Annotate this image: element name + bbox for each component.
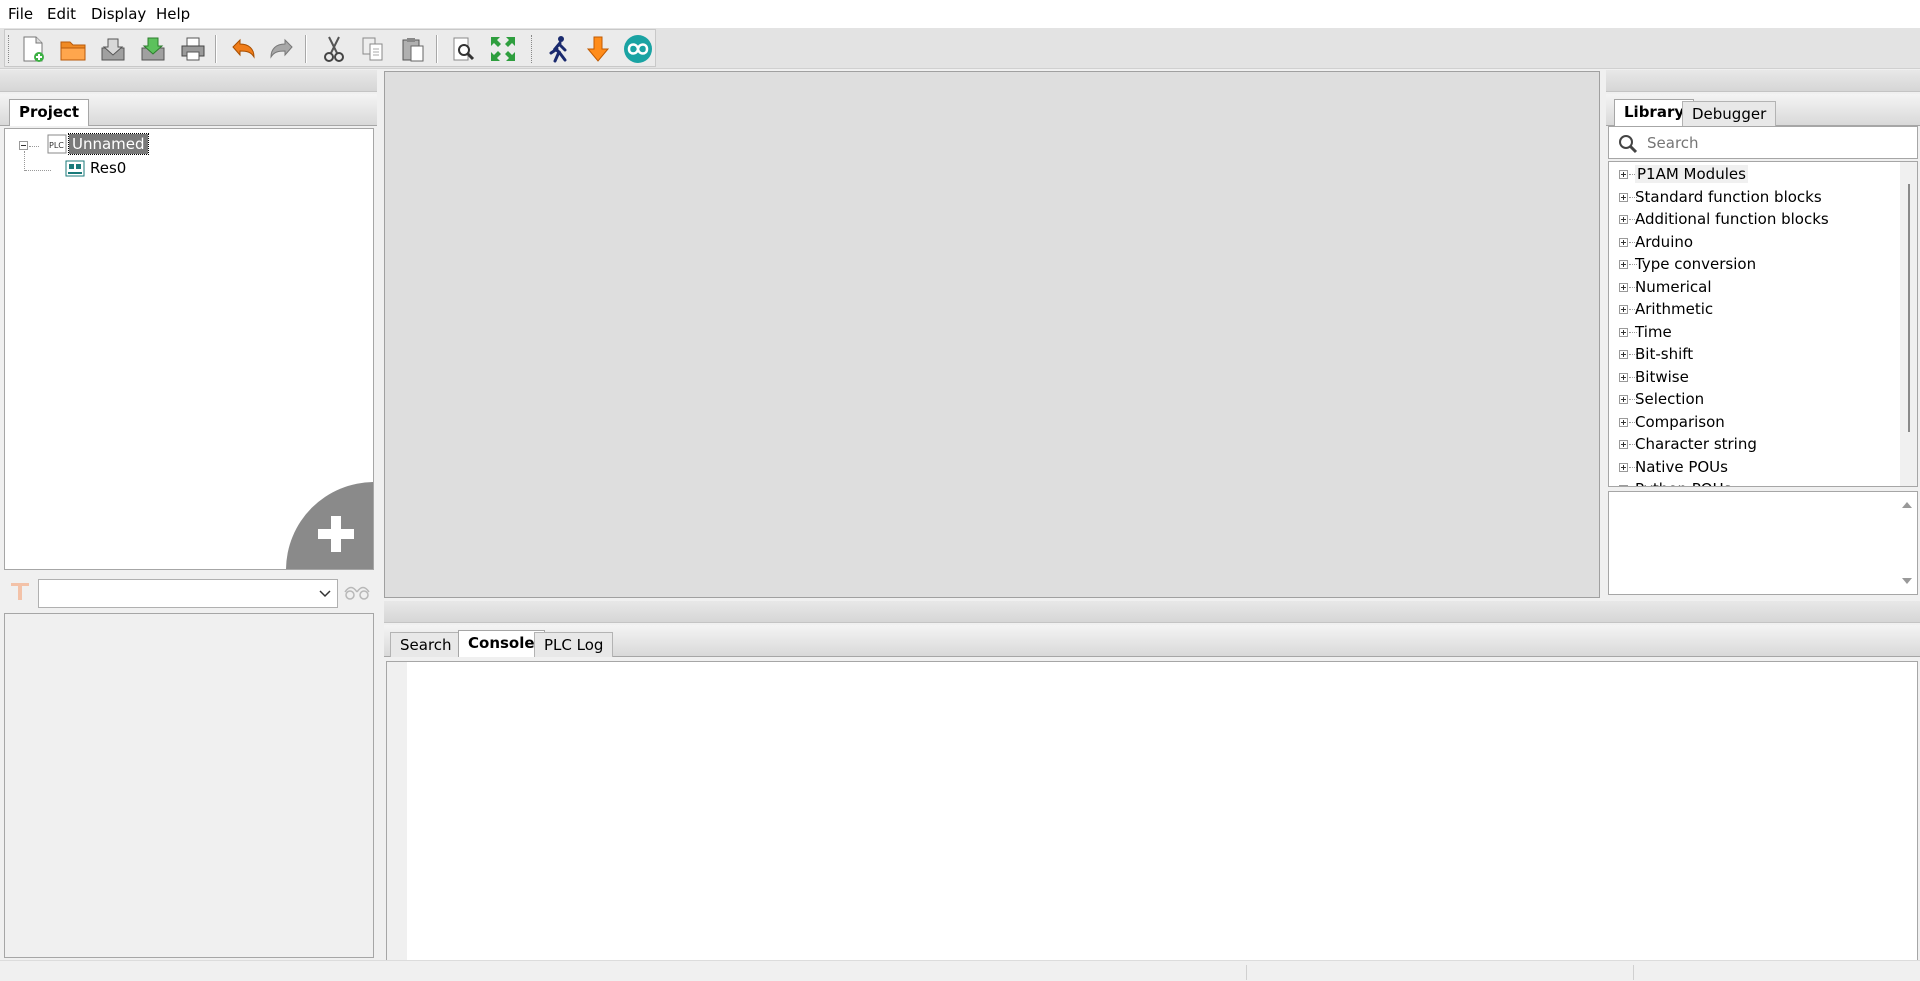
collapse-icon[interactable] (19, 141, 29, 151)
library-item-label: Native POUs (1635, 457, 1728, 476)
search-icon (1619, 135, 1638, 154)
project-pane-caption[interactable] (0, 70, 377, 92)
resource-icon (65, 160, 85, 177)
library-item-label: Numerical (1635, 277, 1712, 296)
menu-help[interactable]: Help (156, 5, 190, 23)
save-icon[interactable] (96, 33, 130, 65)
toolbar-separator (436, 35, 438, 63)
toolbar (4, 29, 656, 67)
expand-icon[interactable] (1619, 462, 1628, 472)
library-item-label: Type conversion (1635, 255, 1757, 273)
expand-icon[interactable] (1619, 440, 1628, 449)
tab-console[interactable]: Console (458, 630, 545, 657)
library-search (1608, 126, 1918, 159)
expand-icon[interactable] (1619, 485, 1628, 486)
add-icon (318, 516, 354, 552)
expand-icon[interactable] (1619, 260, 1628, 269)
undo-icon[interactable] (226, 33, 260, 65)
expand-icon[interactable] (1619, 327, 1628, 337)
status-bar (0, 960, 1920, 981)
library-pane-caption[interactable] (1606, 70, 1920, 92)
library-scrollbar[interactable] (1900, 162, 1917, 486)
library-scrollbar-thumb[interactable] (1908, 184, 1910, 432)
library-item-label: Arithmetic (1635, 300, 1714, 318)
tree-item-unnamed[interactable]: Unnamed (68, 133, 149, 155)
library-item-label: Bitwise (1635, 367, 1689, 386)
library-search-input[interactable] (1645, 129, 1915, 157)
library-list: P1AM Modules Standard function blocks Addi… (1608, 161, 1918, 487)
cut-icon[interactable] (317, 33, 351, 65)
tab-debugger[interactable]: Debugger (1682, 101, 1777, 126)
project-pane: Project PLC Unnamed Res0 (0, 70, 377, 960)
tree-item-res0[interactable]: Res0 (90, 159, 126, 177)
fullscreen-icon[interactable] (486, 33, 520, 65)
tab-project[interactable]: Project (9, 99, 90, 126)
toolbar-grip[interactable] (531, 35, 534, 63)
library-item-label: Selection (1635, 390, 1705, 408)
menu-file[interactable]: File (8, 5, 33, 23)
expand-icon[interactable] (1619, 372, 1628, 382)
toolbar-separator (305, 35, 307, 63)
tab-search[interactable]: Search (390, 632, 462, 657)
project-tree: PLC Unnamed Res0 (4, 128, 374, 570)
menu-edit[interactable]: Edit (47, 5, 76, 23)
library-item-label: Python POUs (1635, 480, 1731, 486)
console-output[interactable] (386, 661, 1918, 963)
menu-bar: File Edit Display Help (0, 0, 1920, 28)
menu-display[interactable]: Display (91, 5, 146, 23)
project-tabstrip: Project (0, 94, 377, 126)
expand-icon[interactable] (1619, 282, 1628, 292)
expand-icon[interactable] (1619, 417, 1628, 427)
pou-filter-icon[interactable] (9, 580, 31, 602)
variables-panel (4, 613, 374, 958)
expand-icon[interactable] (1619, 192, 1628, 202)
arduino-icon[interactable] (621, 33, 655, 65)
find-icon[interactable] (447, 33, 481, 65)
print-icon[interactable] (176, 33, 210, 65)
toolbar-separator (215, 35, 217, 63)
chevron-down-icon (319, 590, 331, 598)
library-item-label: Comparison (1635, 412, 1725, 431)
run-icon[interactable] (541, 33, 575, 65)
new-file-icon[interactable] (16, 33, 50, 65)
expand-icon[interactable] (1619, 215, 1628, 224)
copy-icon[interactable] (356, 33, 390, 65)
toolbar-grip[interactable] (8, 35, 11, 63)
library-pane: Library Debugger P1AM Modules Standard fu… (1606, 70, 1920, 598)
open-folder-icon[interactable] (56, 33, 90, 65)
plc-project-icon: PLC (47, 134, 67, 154)
expand-icon[interactable] (1619, 350, 1628, 359)
svg-text:PLC: PLC (49, 141, 64, 150)
expand-icon[interactable] (1619, 395, 1628, 404)
library-item-label: Arduino (1635, 232, 1694, 251)
expand-icon[interactable] (1619, 170, 1628, 179)
expand-icon[interactable] (1619, 237, 1628, 247)
library-item-label: Character string (1635, 435, 1757, 453)
add-button[interactable] (286, 482, 373, 569)
download-icon[interactable] (581, 33, 615, 65)
save-as-icon[interactable] (136, 33, 170, 65)
redo-icon[interactable] (265, 33, 299, 65)
scroll-up-icon[interactable] (1901, 500, 1913, 510)
library-tabstrip: Library Debugger (1606, 94, 1920, 126)
console-pane-caption[interactable] (384, 601, 1920, 623)
library-item-label: Additional function blocks (1635, 210, 1829, 228)
library-item-label: P1AM Modules (1635, 165, 1748, 183)
library-item-label: Time (1635, 322, 1672, 341)
console-gutter (387, 662, 407, 962)
paste-icon[interactable] (396, 33, 430, 65)
glasses-icon[interactable] (343, 584, 371, 600)
editor-area (384, 71, 1600, 598)
filter-row (0, 570, 377, 610)
console-pane: Search Console PLC Log (384, 601, 1920, 963)
library-item-label: Standard function blocks (1635, 187, 1822, 206)
library-description (1608, 491, 1918, 595)
library-item-label: Bit-shift (1635, 345, 1694, 363)
expand-icon[interactable] (1619, 305, 1628, 314)
scroll-down-icon[interactable] (1901, 576, 1913, 586)
tab-plc-log[interactable]: PLC Log (534, 632, 614, 657)
pou-filter-select[interactable] (38, 579, 338, 608)
console-tabstrip: Search Console PLC Log (384, 625, 1920, 657)
